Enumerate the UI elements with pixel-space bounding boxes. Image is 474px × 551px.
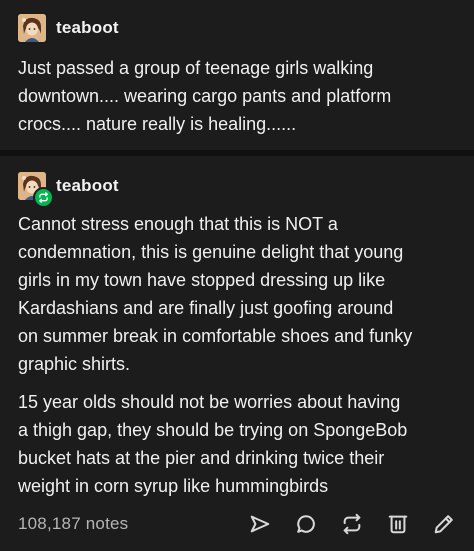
share-icon[interactable]: [248, 512, 272, 536]
username[interactable]: teaboot: [56, 176, 119, 196]
avatar-image: [18, 14, 46, 42]
reply-icon[interactable]: [294, 512, 318, 536]
username[interactable]: teaboot: [56, 18, 119, 38]
reblog-icon[interactable]: [340, 512, 364, 536]
post-body-text: Just passed a group of teenage girls wal…: [18, 58, 392, 134]
reblog-badge-icon: [33, 187, 54, 208]
avatar[interactable]: [18, 14, 46, 42]
post-body-paragraph: 15 year olds should not be worries about…: [18, 392, 408, 496]
post-actions: [226, 512, 456, 536]
author-row: teaboot: [18, 14, 119, 42]
post-body-paragraph: Cannot stress enough that this is NOT a …: [18, 214, 413, 374]
post-footer: 108,187 notes: [18, 510, 456, 538]
tumblr-post: teaboot Just passed a group of teenage g…: [0, 0, 474, 551]
notes-count[interactable]: 108,187 notes: [18, 514, 128, 534]
edit-icon[interactable]: [432, 512, 456, 536]
avatar-container[interactable]: [18, 172, 54, 208]
author-row: teaboot: [18, 172, 119, 208]
original-post-block: teaboot Just passed a group of teenage g…: [0, 0, 474, 150]
delete-icon[interactable]: [386, 512, 410, 536]
reblog-block: teaboot Cannot stress enough that this i…: [0, 156, 474, 551]
